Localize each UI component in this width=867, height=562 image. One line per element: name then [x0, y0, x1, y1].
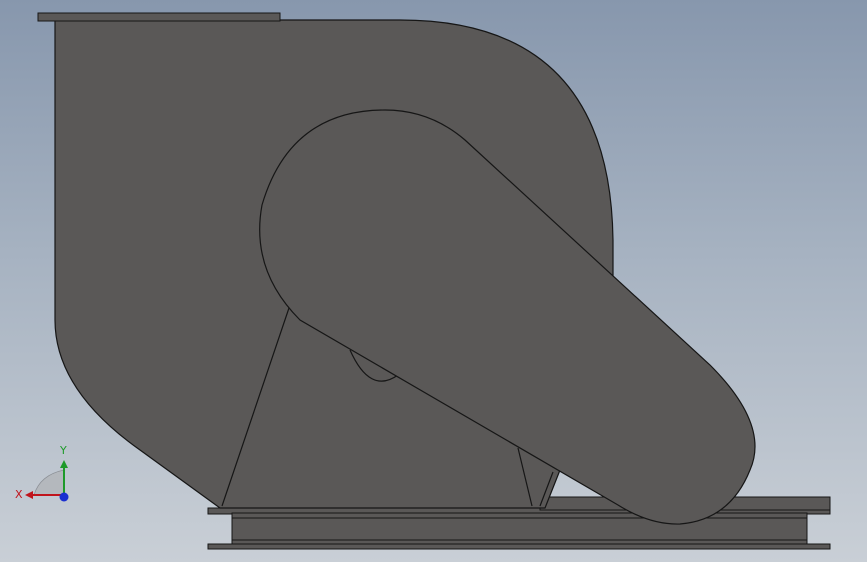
y-axis-label: Y [59, 444, 67, 457]
top-flange[interactable] [37, 12, 281, 22]
fan-model[interactable] [0, 0, 867, 562]
triad-plane [33, 469, 65, 496]
x-axis-label: X [15, 488, 23, 501]
axis-triad[interactable]: Y X [10, 440, 80, 510]
graphics-viewport[interactable]: Y X [0, 0, 867, 562]
z-axis-dot [59, 492, 69, 502]
x-axis-arrow [25, 491, 33, 499]
y-axis-arrow [60, 460, 68, 468]
